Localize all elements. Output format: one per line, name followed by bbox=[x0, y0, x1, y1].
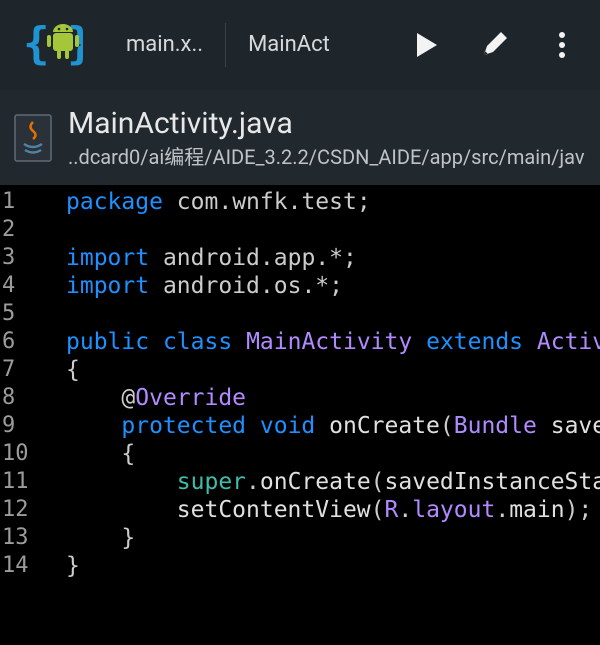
code-content[interactable]: import android.app.*; bbox=[40, 244, 357, 272]
app-logo-icon[interactable]: { } bbox=[18, 15, 88, 75]
code-content[interactable]: setContentView(R.layout.main); bbox=[40, 496, 592, 524]
code-content[interactable]: @Override bbox=[40, 384, 246, 412]
line-number: 9 bbox=[0, 412, 40, 440]
line-number: 4 bbox=[0, 272, 40, 300]
code-content[interactable]: package com.wnfk.test; bbox=[40, 188, 371, 216]
code-line[interactable]: 13 } bbox=[0, 524, 600, 552]
code-editor[interactable]: 1package com.wnfk.test;23import android.… bbox=[0, 185, 600, 580]
edit-icon[interactable] bbox=[474, 25, 514, 65]
line-number: 1 bbox=[0, 188, 40, 216]
code-content[interactable]: } bbox=[40, 552, 80, 580]
line-number: 2 bbox=[0, 216, 40, 244]
code-line[interactable]: 1package com.wnfk.test; bbox=[0, 188, 600, 216]
code-line[interactable]: 8 @Override bbox=[0, 384, 600, 412]
code-content[interactable]: import android.os.*; bbox=[40, 272, 343, 300]
code-content[interactable]: } bbox=[40, 524, 135, 552]
code-line[interactable]: 6public class MainActivity extends Activ… bbox=[0, 328, 600, 356]
tab-main-activity[interactable]: MainAct bbox=[226, 25, 352, 65]
line-number: 3 bbox=[0, 244, 40, 272]
tab-strip: main.x.. MainAct bbox=[104, 23, 406, 67]
code-content[interactable]: public class MainActivity extends Activi… bbox=[40, 328, 600, 356]
line-number: 6 bbox=[0, 328, 40, 356]
line-number: 8 bbox=[0, 384, 40, 412]
line-number: 12 bbox=[0, 496, 40, 524]
menu-overflow-icon[interactable] bbox=[542, 25, 582, 65]
code-line[interactable]: 7{ bbox=[0, 356, 600, 384]
code-line[interactable]: 2 bbox=[0, 216, 600, 244]
tab-main-xml[interactable]: main.x.. bbox=[104, 25, 225, 65]
code-line[interactable]: 10 { bbox=[0, 440, 600, 468]
file-name: MainActivity.java bbox=[68, 106, 585, 141]
file-header: MainActivity.java ..dcard0/ai编程/AIDE_3.2… bbox=[0, 90, 600, 185]
code-line[interactable]: 12 setContentView(R.layout.main); bbox=[0, 496, 600, 524]
run-icon[interactable] bbox=[406, 25, 446, 65]
svg-text:{: { bbox=[23, 18, 50, 69]
code-line[interactable]: 4import android.os.*; bbox=[0, 272, 600, 300]
line-number: 14 bbox=[0, 552, 40, 580]
code-content[interactable]: super.onCreate(savedInstanceState) bbox=[40, 468, 600, 496]
code-content[interactable]: { bbox=[40, 356, 80, 384]
code-content[interactable]: protected void onCreate(Bundle savedIn bbox=[40, 412, 600, 440]
code-line[interactable]: 14} bbox=[0, 552, 600, 580]
line-number: 13 bbox=[0, 524, 40, 552]
code-line[interactable]: 5 bbox=[0, 300, 600, 328]
file-path: ..dcard0/ai编程/AIDE_3.2.2/CSDN_AIDE/app/s… bbox=[68, 141, 585, 170]
top-toolbar: { } main.x.. MainAct bbox=[0, 0, 600, 90]
line-number: 11 bbox=[0, 468, 40, 496]
action-group bbox=[406, 25, 592, 65]
line-number: 7 bbox=[0, 356, 40, 384]
code-content[interactable] bbox=[40, 300, 66, 328]
code-content[interactable] bbox=[40, 216, 66, 244]
java-file-icon bbox=[12, 113, 54, 163]
code-line[interactable]: 3import android.app.*; bbox=[0, 244, 600, 272]
file-info: MainActivity.java ..dcard0/ai编程/AIDE_3.2… bbox=[68, 106, 585, 170]
code-line[interactable]: 11 super.onCreate(savedInstanceState) bbox=[0, 468, 600, 496]
line-number: 10 bbox=[0, 440, 40, 468]
code-line[interactable]: 9 protected void onCreate(Bundle savedIn bbox=[0, 412, 600, 440]
code-content[interactable]: { bbox=[40, 440, 135, 468]
line-number: 5 bbox=[0, 300, 40, 328]
